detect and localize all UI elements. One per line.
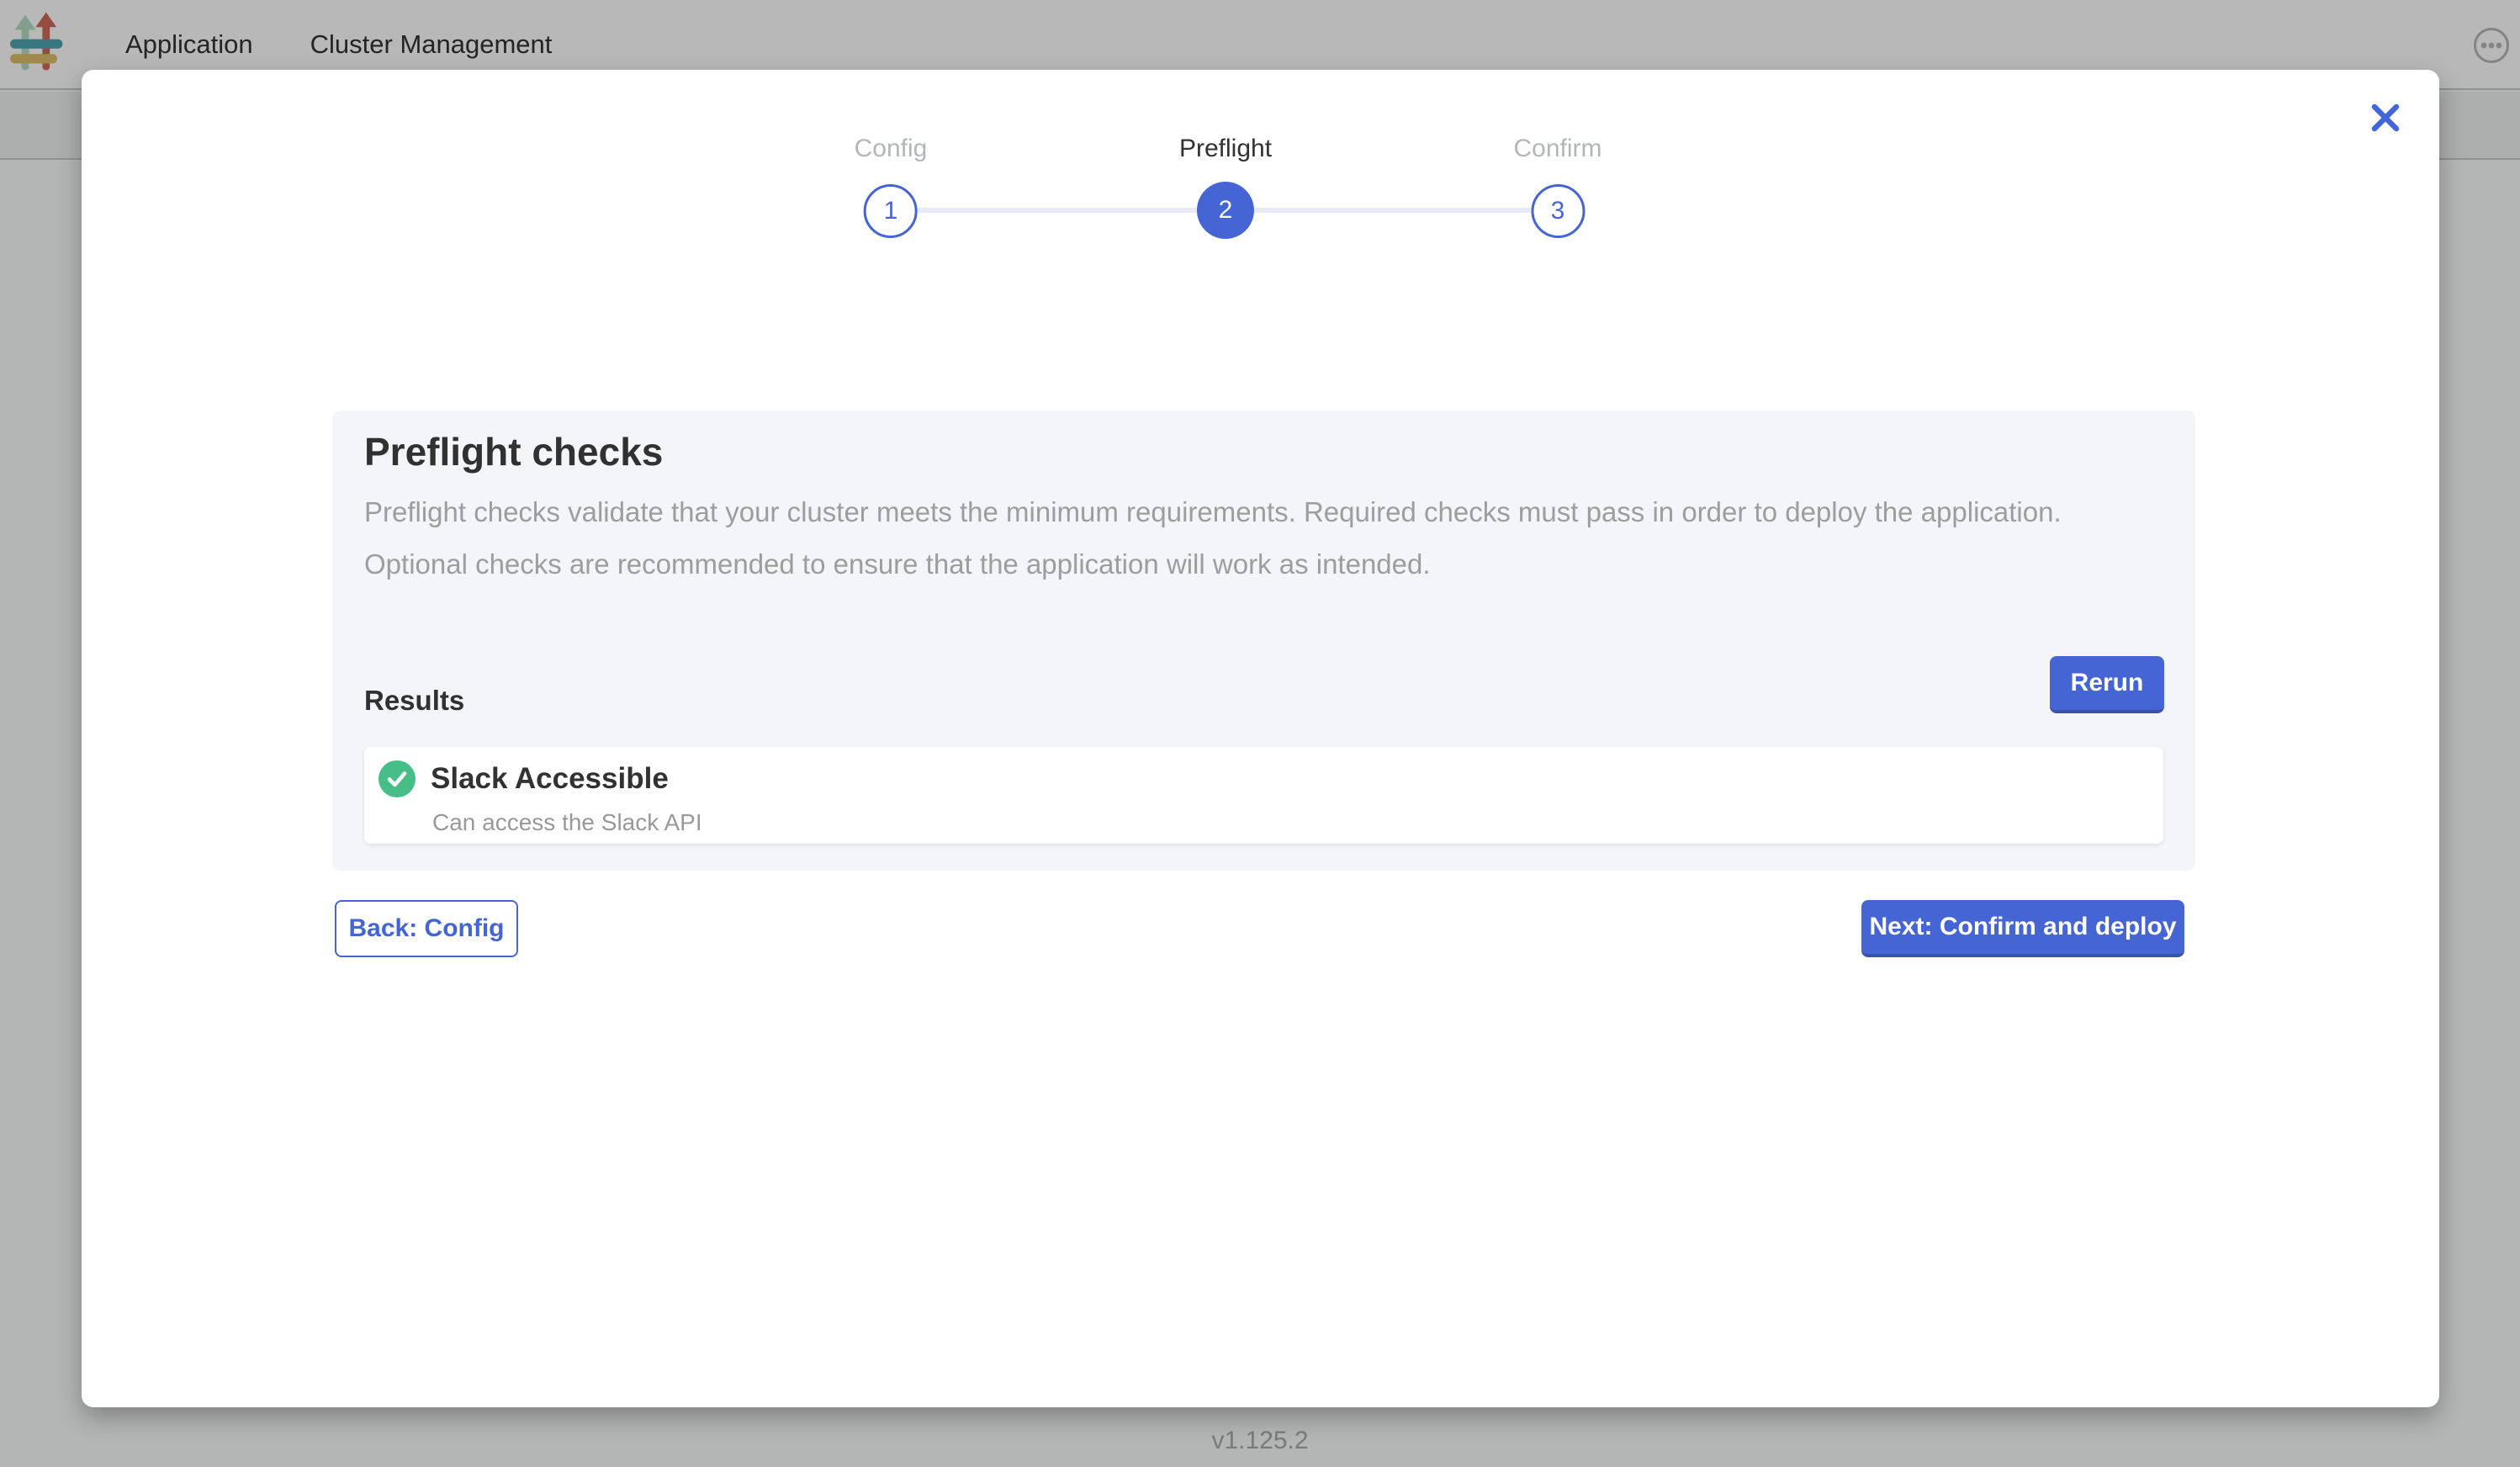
preflight-card: Preflight checks Preflight checks valida… [332,410,2195,871]
stepper-step-preflight: Preflight 2 [1179,132,1272,239]
stepper-connector [1226,208,1558,213]
next-button[interactable]: Next: Confirm and deploy [1861,900,2184,957]
step-circle-3[interactable]: 3 [1531,184,1585,238]
step-label: Config [855,132,928,166]
step-circle-1[interactable]: 1 [864,184,918,238]
results-heading: Results [364,685,464,717]
step-circle-2[interactable]: 2 [1197,182,1254,239]
check-message: Can access the Slack API [432,808,702,838]
stepper: Config 1 Preflight 2 Confirm 3 [82,70,2439,289]
preflight-check-row: Slack Accessible Can access the Slack AP… [364,747,2163,844]
rerun-button[interactable]: Rerun [2050,656,2164,713]
stepper-step-confirm: Confirm 3 [1513,132,1601,238]
stepper-step-config: Config 1 [855,132,928,238]
preflight-modal: Config 1 Preflight 2 Confirm 3 Preflight… [82,70,2439,1407]
step-label: Preflight [1179,132,1272,166]
back-button[interactable]: Back: Config [335,900,518,957]
preflight-description: Preflight checks validate that your clus… [364,486,2152,591]
preflight-title: Preflight checks [364,429,663,474]
check-name: Slack Accessible [431,760,669,797]
stepper-connector [891,208,1226,213]
app-root: Application Cluster Management v1.125.2 [0,0,2520,1467]
step-label: Confirm [1513,132,1601,166]
check-pass-icon [379,760,416,797]
